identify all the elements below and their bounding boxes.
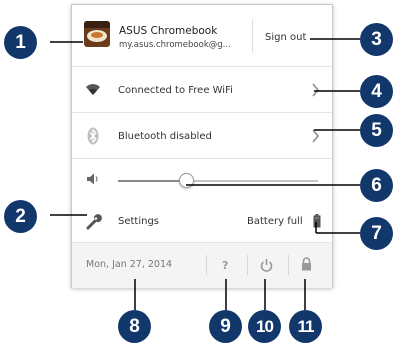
callout-4: 4 [360,75,393,108]
callout-5: 5 [360,114,393,147]
callout-leaders [50,38,360,310]
callout-10: 10 [248,310,281,343]
callout-1: 1 [4,26,37,59]
callout-7: 7 [360,217,393,250]
callout-9: 9 [209,310,242,343]
callout-11: 11 [289,310,322,343]
callout-6: 6 [360,169,393,202]
callout-8: 8 [118,310,151,343]
callout-3: 3 [360,23,393,56]
callout-2: 2 [4,200,37,233]
